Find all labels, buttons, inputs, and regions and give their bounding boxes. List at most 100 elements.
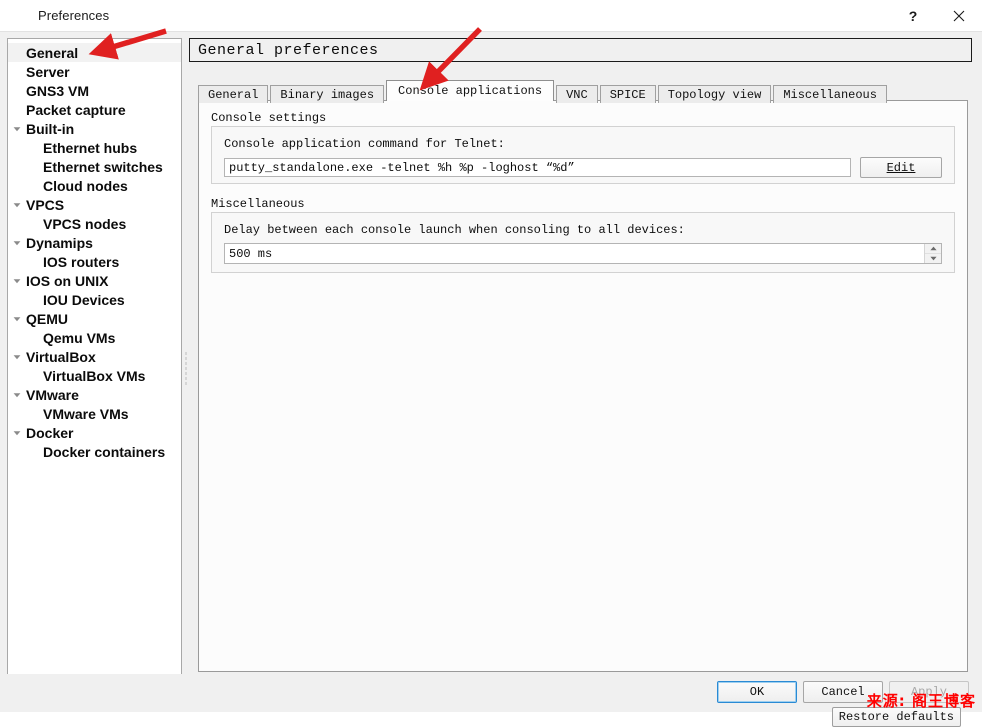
tab-label: Console applications bbox=[398, 84, 543, 98]
tab-spice[interactable]: SPICE bbox=[599, 85, 656, 103]
console-delay-spinbox[interactable] bbox=[224, 243, 942, 264]
tab-general[interactable]: General bbox=[198, 85, 269, 103]
telnet-command-input[interactable] bbox=[224, 158, 851, 177]
sidebar-item-qemu-vms[interactable]: Qemu VMs bbox=[8, 328, 181, 347]
sidebar-item-label: Qemu VMs bbox=[43, 329, 116, 346]
sidebar-item-label: Built-in bbox=[26, 120, 75, 137]
edit-button-label: Edit bbox=[886, 160, 916, 175]
tab-vnc[interactable]: VNC bbox=[556, 85, 598, 103]
sidebar-item-packet-capture[interactable]: Packet capture bbox=[8, 100, 181, 119]
tab-label: SPICE bbox=[609, 88, 646, 102]
tab-topology-view[interactable]: Topology view bbox=[657, 85, 772, 103]
window-controls: ? bbox=[890, 0, 982, 31]
restore-defaults-label: Restore defaults bbox=[838, 710, 954, 724]
sidebar-item-docker-containers[interactable]: Docker containers bbox=[8, 442, 181, 461]
miscellaneous-group: Miscellaneous Delay between each console… bbox=[211, 197, 955, 273]
console-settings-group: Console settings Console application com… bbox=[211, 111, 955, 184]
sidebar-item-label: Docker containers bbox=[43, 443, 166, 460]
sidebar-item-label: Dynamips bbox=[26, 234, 93, 251]
sidebar-item-ethernet-hubs[interactable]: Ethernet hubs bbox=[8, 138, 181, 157]
sidebar-item-label: Docker bbox=[26, 424, 74, 441]
sidebar-item-label: VirtualBox VMs bbox=[43, 367, 146, 384]
ok-button[interactable]: OK bbox=[717, 681, 797, 703]
sidebar-item-label: Ethernet hubs bbox=[43, 139, 138, 156]
sidebar-item-docker[interactable]: Docker bbox=[8, 423, 181, 442]
window-titlebar: Preferences ? bbox=[0, 0, 982, 32]
sidebar-item-label: VMware bbox=[26, 386, 79, 403]
close-button[interactable] bbox=[936, 0, 982, 31]
question-mark-icon: ? bbox=[908, 7, 918, 24]
sidebar-item-gns3-vm[interactable]: GNS3 VM bbox=[8, 81, 181, 100]
sidebar-item-built-in[interactable]: Built-in bbox=[8, 119, 181, 138]
sidebar-item-label: Server bbox=[26, 63, 70, 80]
console-delay-row bbox=[224, 243, 942, 264]
tree-expander-collapse-icon[interactable] bbox=[8, 392, 26, 398]
preferences-content-panel: General preferences General Binary images… bbox=[189, 38, 975, 727]
tree-expander-collapse-icon[interactable] bbox=[8, 278, 26, 284]
sidebar-item-ios-on-unix[interactable]: IOS on UNIX bbox=[8, 271, 181, 290]
tab-miscellaneous[interactable]: Miscellaneous bbox=[773, 85, 887, 103]
tree-expander-collapse-icon[interactable] bbox=[8, 316, 26, 322]
spinbox-up-button[interactable] bbox=[925, 244, 941, 254]
tab-label: General bbox=[208, 88, 259, 102]
tree-expander-collapse-icon[interactable] bbox=[8, 202, 26, 208]
chevron-down-icon bbox=[929, 256, 937, 261]
miscellaneous-group-title: Miscellaneous bbox=[211, 197, 305, 211]
sidebar-item-ios-routers[interactable]: IOS routers bbox=[8, 252, 181, 271]
tree-expander-collapse-icon[interactable] bbox=[8, 240, 26, 246]
sidebar-item-label: VirtualBox bbox=[26, 348, 96, 365]
tab-label: Miscellaneous bbox=[783, 88, 877, 102]
console-delay-input[interactable] bbox=[225, 244, 924, 263]
close-icon bbox=[953, 10, 965, 21]
cancel-button-label: Cancel bbox=[821, 685, 865, 699]
help-button[interactable]: ? bbox=[890, 0, 936, 31]
sidebar-item-label: IOU Devices bbox=[43, 291, 125, 308]
sidebar-item-virtualbox[interactable]: VirtualBox bbox=[8, 347, 181, 366]
page-title: General preferences bbox=[198, 41, 379, 59]
sidebar-item-label: Packet capture bbox=[26, 101, 126, 118]
tree-expander-collapse-icon[interactable] bbox=[8, 126, 26, 132]
sidebar-item-label: IOS routers bbox=[43, 253, 120, 270]
sidebar-item-server[interactable]: Server bbox=[8, 62, 181, 81]
edit-telnet-command-button[interactable]: Edit bbox=[860, 157, 942, 178]
sidebar-item-dynamips[interactable]: Dynamips bbox=[8, 233, 181, 252]
sidebar-item-vmware-vms[interactable]: VMware VMs bbox=[8, 404, 181, 423]
spinbox-buttons bbox=[924, 244, 941, 263]
sidebar-item-label: IOS on UNIX bbox=[26, 272, 109, 289]
preferences-tab-widget: General Binary images Console applications… bbox=[198, 80, 968, 727]
source-watermark: 来源: 阁王博客 bbox=[866, 692, 976, 710]
console-settings-group-title: Console settings bbox=[211, 111, 327, 125]
telnet-command-row: Edit bbox=[224, 157, 942, 178]
sidebar-item-label: General bbox=[26, 44, 79, 61]
page-title-bar: General preferences bbox=[189, 38, 972, 62]
splitter-grip-dots bbox=[185, 351, 187, 385]
preferences-category-tree[interactable]: General Server GNS3 VM Packet capture Built-… bbox=[7, 38, 182, 698]
preferences-dialog: Preferences ? General Server GNS3 VM Packet… bbox=[0, 0, 982, 727]
console-settings-frame: Console application command for Telnet: … bbox=[211, 126, 955, 184]
tree-expander-collapse-icon[interactable] bbox=[8, 430, 26, 436]
sidebar-item-general[interactable]: General bbox=[8, 43, 181, 62]
sidebar-item-label: VPCS bbox=[26, 196, 65, 213]
tab-label: VNC bbox=[566, 88, 588, 102]
sidebar-item-vpcs[interactable]: VPCS bbox=[8, 195, 181, 214]
miscellaneous-frame: Delay between each console launch when c… bbox=[211, 212, 955, 273]
sidebar-item-cloud-nodes[interactable]: Cloud nodes bbox=[8, 176, 181, 195]
sidebar-item-vmware[interactable]: VMware bbox=[8, 385, 181, 404]
sidebar-item-label: GNS3 VM bbox=[26, 82, 90, 99]
spinbox-down-button[interactable] bbox=[925, 254, 941, 263]
window-title: Preferences bbox=[38, 8, 110, 23]
tree-expander-collapse-icon[interactable] bbox=[8, 354, 26, 360]
sidebar-item-label: QEMU bbox=[26, 310, 68, 327]
sidebar-item-label: Ethernet switches bbox=[43, 158, 163, 175]
tab-console-applications[interactable]: Console applications bbox=[386, 80, 555, 101]
sidebar-item-virtualbox-vms[interactable]: VirtualBox VMs bbox=[8, 366, 181, 385]
sidebar-item-iou-devices[interactable]: IOU Devices bbox=[8, 290, 181, 309]
console-delay-label: Delay between each console launch when c… bbox=[224, 223, 685, 237]
tab-binary-images[interactable]: Binary images bbox=[270, 85, 385, 103]
sidebar-item-vpcs-nodes[interactable]: VPCS nodes bbox=[8, 214, 181, 233]
sidebar-item-ethernet-switches[interactable]: Ethernet switches bbox=[8, 157, 181, 176]
tree-root: General Server GNS3 VM Packet capture Built-… bbox=[8, 39, 181, 461]
sidebar-item-label: VMware VMs bbox=[43, 405, 129, 422]
sidebar-item-qemu[interactable]: QEMU bbox=[8, 309, 181, 328]
tab-bar: General Binary images Console applications… bbox=[198, 80, 968, 103]
